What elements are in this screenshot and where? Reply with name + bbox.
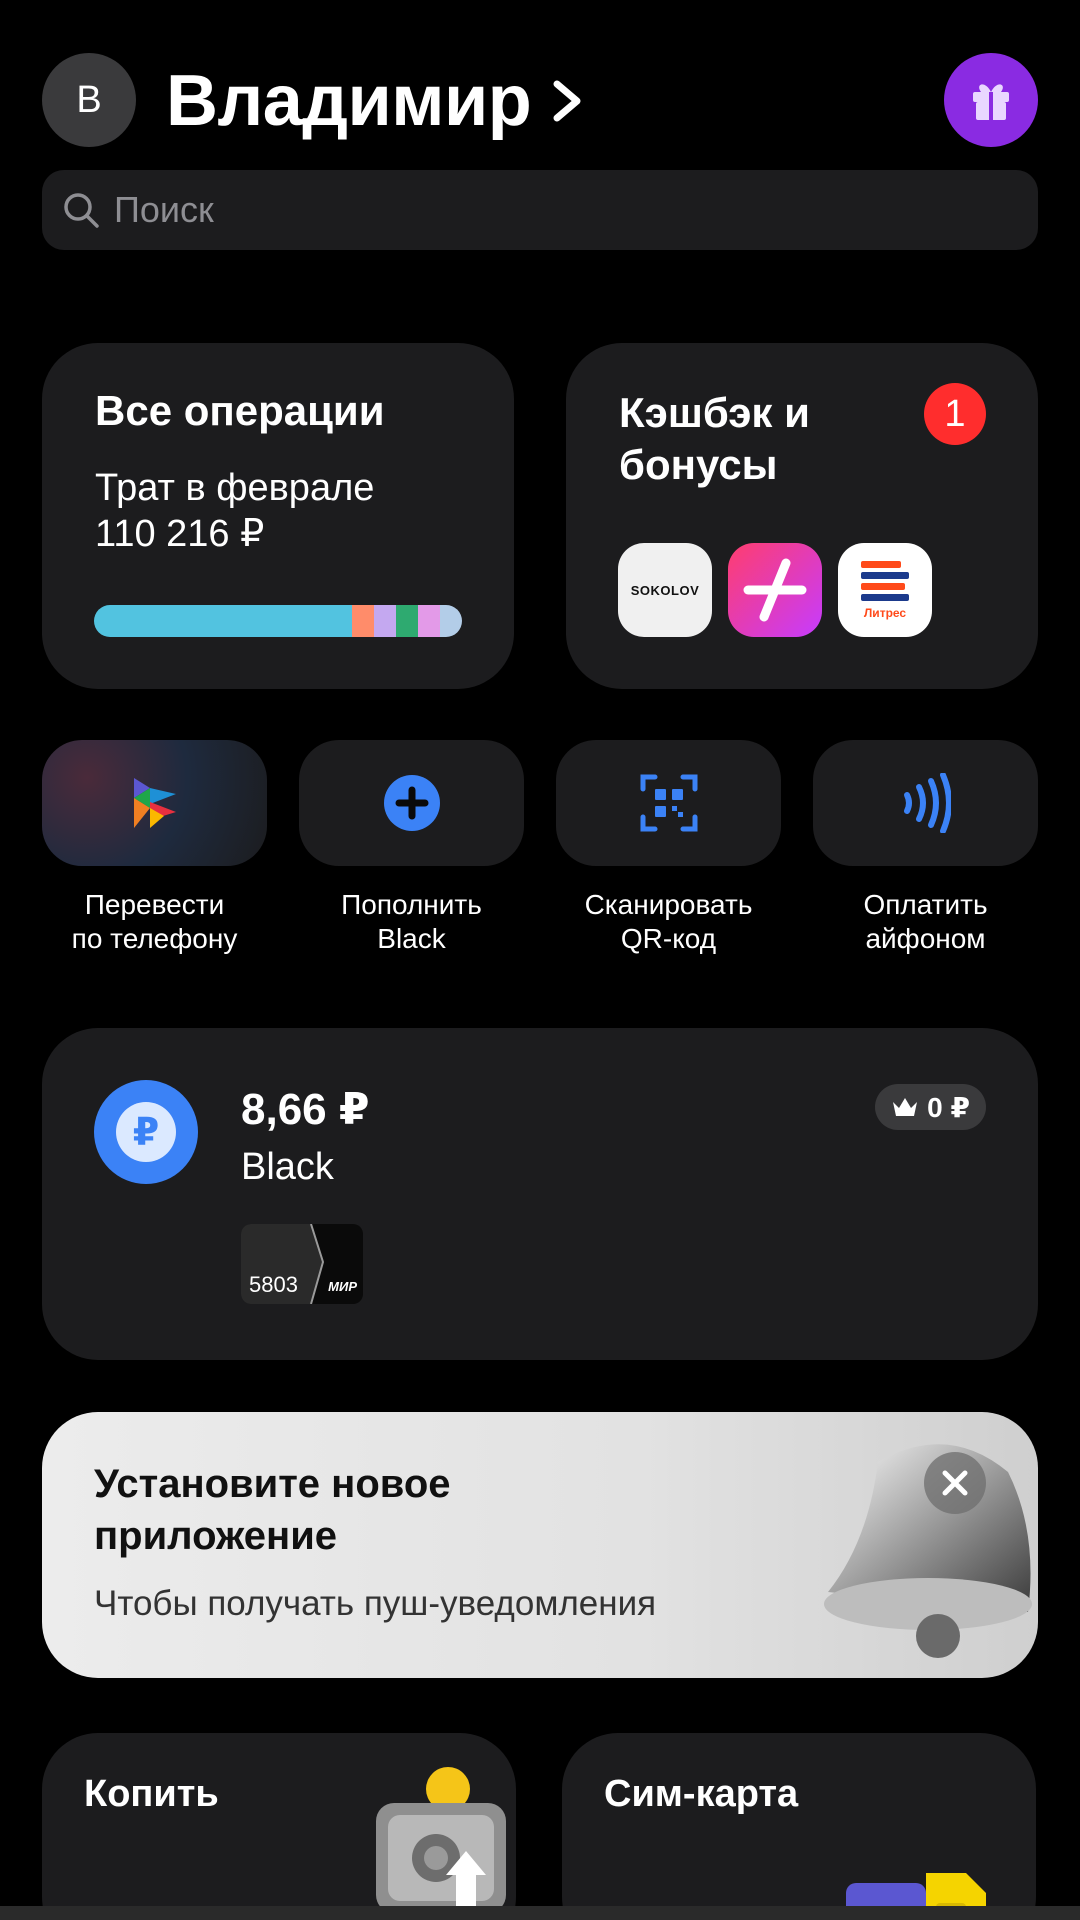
spend-segment — [417, 605, 440, 637]
litres-logo[interactable]: Литрес — [838, 543, 932, 637]
card-system-logo: МИР — [328, 1279, 357, 1294]
spend-segment — [395, 605, 418, 637]
spend-summary: Трат в феврале 110 216 ₽ — [95, 465, 461, 557]
promo-subtitle: Чтобы получать пуш-уведомления — [94, 1584, 657, 1623]
scan-qr-action[interactable]: Сканировать QR-код — [556, 740, 781, 956]
avatar-letter: В — [76, 78, 102, 121]
bonus-badge[interactable]: 0 ₽ — [875, 1084, 986, 1130]
topup-black-label: Пополнить Black — [341, 889, 482, 954]
safe-icon — [376, 1767, 506, 1919]
search-icon — [64, 193, 99, 228]
close-button[interactable] — [924, 1452, 986, 1514]
sim-tile-title: Сим-карта — [604, 1773, 799, 1815]
search-bar[interactable] — [42, 170, 1038, 250]
transfer-by-phone-label: Перевести по телефону — [71, 889, 238, 954]
promo-title: Установите новое приложение — [94, 1462, 451, 1558]
crown-icon — [893, 1098, 918, 1116]
save-tile-title: Копить — [84, 1773, 219, 1815]
transfer-by-phone-action[interactable]: Перевести по телефону — [42, 740, 267, 956]
scan-qr-label: Сканировать QR-код — [584, 889, 753, 954]
pay-with-iphone-button[interactable] — [813, 740, 1038, 866]
user-name: Владимир — [166, 61, 532, 141]
pay-with-iphone-action[interactable]: Оплатить айфоном — [813, 740, 1038, 956]
cashback-card[interactable]: Кэшбэк и бонусы 1 SOKOLOV Литрес — [566, 343, 1038, 689]
account-balance: 8,66 ₽ — [241, 1085, 370, 1134]
operations-title: Все операции — [95, 387, 385, 434]
sokolov-label: SOKOLOV — [630, 582, 700, 598]
pay-with-iphone-label: Оплатить айфоном — [863, 889, 988, 954]
spend-label: Трат в феврале — [95, 467, 375, 509]
topup-black-button[interactable] — [299, 740, 524, 866]
scan-qr-button[interactable] — [556, 740, 781, 866]
spend-segment — [439, 605, 462, 637]
gift-button[interactable] — [944, 53, 1038, 147]
transfer-by-phone-button[interactable] — [42, 740, 267, 866]
ruble-symbol: ₽ — [116, 1102, 176, 1162]
sbp-transfer-icon — [133, 778, 176, 828]
sokolov-logo[interactable]: SOKOLOV — [618, 543, 712, 637]
save-tile[interactable]: Копить — [42, 1733, 516, 1920]
close-icon — [942, 1470, 968, 1496]
chevron-right-icon — [553, 80, 581, 122]
spend-segment — [94, 605, 352, 637]
avatar[interactable]: В — [42, 53, 136, 147]
litres-stripes — [861, 560, 909, 605]
plus-logo[interactable] — [728, 543, 822, 637]
profile-link[interactable]: Владимир — [166, 60, 587, 142]
search-input[interactable] — [114, 189, 994, 231]
qr-scan-icon — [640, 774, 697, 832]
cashback-title: Кэшбэк и бонусы — [619, 389, 810, 488]
plus-logo-icon — [743, 558, 807, 622]
plus-circle-icon — [383, 775, 440, 831]
spend-breakdown-bar — [94, 605, 462, 637]
install-app-banner[interactable]: Установите новое приложение Чтобы получа… — [42, 1412, 1038, 1678]
topup-black-action[interactable]: Пополнить Black — [299, 740, 524, 956]
spend-segment — [373, 605, 396, 637]
contactless-pay-icon — [903, 773, 951, 833]
ruble-icon: ₽ — [94, 1080, 198, 1184]
litres-label: Литрес — [863, 605, 907, 620]
notification-badge: 1 — [924, 383, 986, 445]
bell-icon — [824, 1444, 1032, 1658]
account-card[interactable]: ₽ 8,66 ₽ Black 0 ₽ 5803 МИР — [42, 1028, 1038, 1360]
gift-icon — [973, 84, 1009, 120]
sim-card-tile[interactable]: Сим-карта — [562, 1733, 1036, 1920]
card-last-digits: 5803 — [249, 1272, 298, 1297]
spend-amount: 110 216 ₽ — [95, 513, 265, 555]
bottom-bar — [0, 1906, 1080, 1920]
bank-card-thumbnail[interactable]: 5803 МИР — [241, 1224, 363, 1304]
account-name: Black — [241, 1146, 334, 1188]
partner-logos: SOKOLOV Литрес — [618, 543, 932, 637]
spend-segment — [351, 605, 374, 637]
bonus-amount: 0 ₽ — [927, 1091, 970, 1123]
all-operations-card[interactable]: Все операции Трат в феврале 110 216 ₽ — [42, 343, 514, 689]
